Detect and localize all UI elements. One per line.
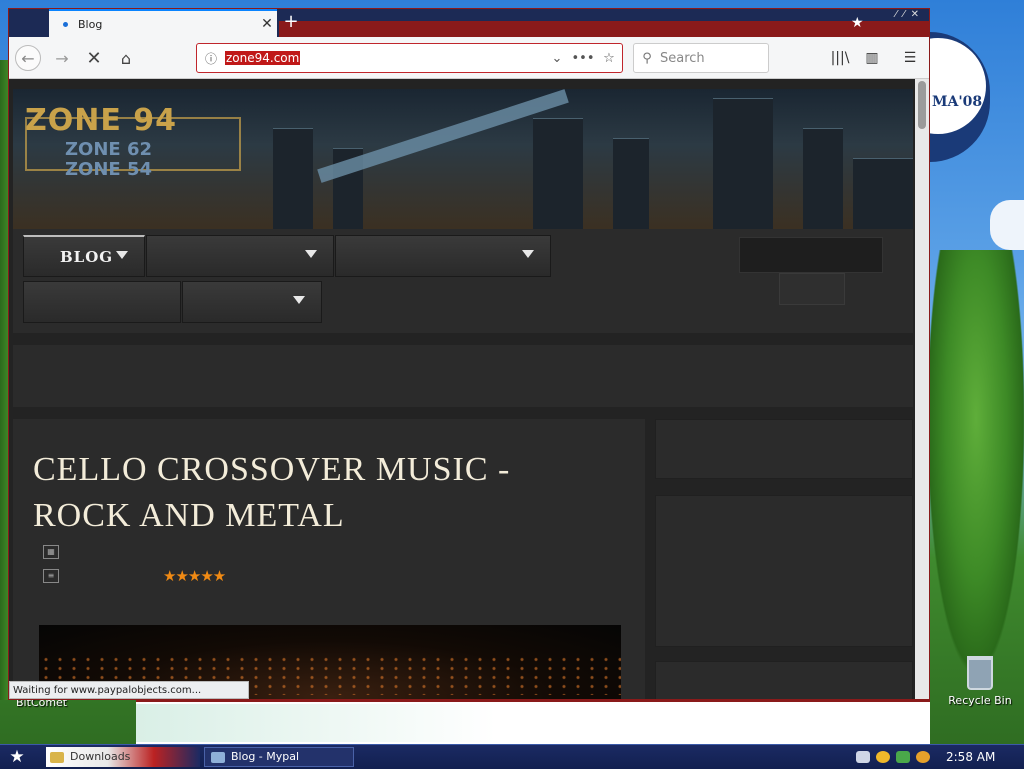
site-info-icon[interactable]: ⓘ	[197, 50, 225, 67]
search-icon: ⚲	[642, 50, 652, 66]
tab-bar: Blog ✕ + ★ ⁄⁄✕	[9, 9, 929, 37]
tab-title: Blog	[78, 17, 103, 31]
browser-window: Blog ✕ + ★ ⁄⁄✕ ← → ✕ ⌂ ⓘ zone94.com ⌄ ••…	[8, 8, 930, 700]
site-banner[interactable]: ZONE 94 ZONE 62 ZONE 54	[13, 89, 913, 229]
recycle-bin-label: Recycle Bin	[948, 694, 1012, 707]
sidebar-widget-3	[655, 661, 913, 699]
badge-disc	[930, 38, 986, 134]
chevron-down-icon[interactable]: ⌄	[544, 51, 570, 66]
stop-button[interactable]: ✕	[81, 45, 107, 71]
site-search-input[interactable]	[739, 237, 883, 273]
logo-subtitle-1: ZONE 62	[65, 139, 153, 160]
bookmark-star-icon[interactable]: ☆	[596, 51, 622, 66]
post-title[interactable]: CELLO CROSSOVER MUSIC - ROCK AND METAL	[33, 447, 593, 539]
logo-subtitle-2: ZONE 54	[65, 159, 153, 180]
tab-blog[interactable]: Blog ✕	[49, 9, 277, 37]
content-strip	[13, 345, 913, 407]
search-placeholder: Search	[660, 50, 705, 66]
badge-text: MA'08	[932, 94, 983, 110]
folder-icon	[50, 751, 64, 763]
taskbar-item-label: Blog - Mypal	[231, 750, 300, 763]
wallpaper-tree-right	[928, 250, 1024, 670]
navigation-toolbar: ← → ✕ ⌂ ⓘ zone94.com ⌄ ••• ☆ ⚲ Search ||…	[9, 37, 929, 79]
page-scrollbar[interactable]	[915, 79, 929, 699]
menu-item-blog[interactable]: BLOG	[23, 235, 145, 277]
status-text: Waiting for www.paypalobjects.com...	[9, 681, 249, 699]
menu-item-4[interactable]	[23, 281, 181, 323]
search-tray-icon[interactable]	[916, 751, 930, 763]
scrollbar-thumb[interactable]	[918, 81, 926, 129]
sidebar-widget-2	[655, 495, 913, 647]
forward-button[interactable]: →	[49, 45, 75, 71]
bottom-panel	[136, 700, 930, 744]
loading-dot-icon	[63, 21, 68, 27]
browser-icon	[211, 751, 225, 763]
back-button[interactable]: ←	[15, 45, 41, 71]
library-icon[interactable]: |||\	[827, 45, 853, 71]
taskbar-item-label: Downloads	[70, 750, 131, 763]
menu-item-2[interactable]	[146, 235, 334, 277]
star-decoration-icon: ★	[851, 15, 864, 31]
chevron-down-icon	[116, 251, 128, 259]
titlebar-decoration	[279, 21, 929, 37]
taskbar-item-blog[interactable]: Blog - Mypal	[204, 747, 354, 767]
menu-item-label: BLOG	[60, 247, 114, 266]
chevron-down-icon	[522, 250, 534, 258]
web-page: ZONE 94 ZONE 62 ZONE 54 BLOG CELLO CROSS…	[9, 79, 929, 699]
sidebar	[655, 419, 913, 699]
search-input[interactable]: ⚲ Search	[633, 43, 769, 73]
network-icon[interactable]	[896, 751, 910, 763]
new-tab-button[interactable]: +	[281, 9, 301, 37]
keyboard-icon[interactable]	[856, 751, 870, 763]
chevron-down-icon	[305, 250, 317, 258]
sidebar-widget-1	[655, 419, 913, 479]
taskbar: ★ Downloads Blog - Mypal 2:58 AM	[0, 744, 1024, 769]
comment-icon[interactable]: ≡	[43, 569, 59, 583]
wallpaper-clouds	[990, 200, 1024, 250]
messenger-icon[interactable]	[876, 751, 890, 763]
menu-item-3[interactable]	[335, 235, 551, 277]
url-bar[interactable]: ⓘ zone94.com ⌄ ••• ☆	[196, 43, 623, 73]
recycle-bin-icon[interactable]: Recycle Bin	[944, 656, 1016, 707]
trash-icon	[967, 656, 993, 690]
banner-train	[317, 89, 569, 183]
window-controls[interactable]: ⁄⁄✕	[895, 9, 925, 20]
start-star-icon[interactable]: ★	[4, 747, 30, 767]
tab-close-icon[interactable]: ✕	[257, 16, 277, 32]
post-area: CELLO CROSSOVER MUSIC - ROCK AND METAL ▦…	[13, 419, 645, 699]
rating-stars[interactable]: ★★★★★	[163, 567, 226, 585]
page-actions-icon[interactable]: •••	[570, 51, 596, 66]
menu-item-5[interactable]	[182, 281, 322, 323]
home-button[interactable]: ⌂	[113, 45, 139, 71]
site-logo[interactable]: ZONE 94	[25, 103, 177, 138]
site-menu: BLOG	[13, 229, 913, 333]
taskbar-item-downloads[interactable]: Downloads	[46, 747, 200, 767]
site-search-button[interactable]	[779, 273, 845, 305]
wallpaper-campaign-badge: MA'08	[930, 32, 990, 162]
chevron-down-icon	[293, 296, 305, 304]
category-icon: ▦	[43, 545, 59, 559]
sidebar-toggle-icon[interactable]: ▥	[859, 45, 885, 71]
hamburger-menu-icon[interactable]: ☰	[897, 45, 923, 71]
system-tray: 2:58 AM	[856, 747, 995, 767]
clock[interactable]: 2:58 AM	[946, 750, 995, 764]
url-text[interactable]: zone94.com	[225, 51, 301, 65]
